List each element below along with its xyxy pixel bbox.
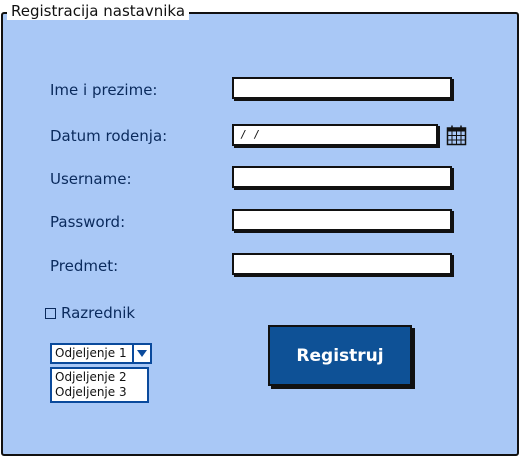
subject-label: Predmet: bbox=[50, 257, 119, 275]
calendar-icon[interactable] bbox=[446, 125, 467, 146]
subject-input[interactable] bbox=[232, 253, 452, 275]
homeroom-teacher-label: Razrednik bbox=[61, 304, 136, 322]
registration-window: Registracija nastavnika Ime i prezime: D… bbox=[0, 0, 523, 459]
class-select-value[interactable]: Odjeljenje 1 bbox=[50, 343, 132, 364]
chevron-down-icon bbox=[137, 350, 147, 357]
username-label: Username: bbox=[50, 170, 132, 188]
homeroom-teacher-checkbox[interactable] bbox=[45, 307, 56, 319]
full-name-label: Ime i prezime: bbox=[50, 81, 158, 99]
class-option[interactable]: Odjeljenje 3 bbox=[55, 385, 144, 400]
password-label: Password: bbox=[50, 213, 126, 231]
birth-date-label: Datum rodenja: bbox=[50, 127, 168, 145]
username-input[interactable] bbox=[232, 166, 452, 188]
password-input[interactable] bbox=[232, 209, 452, 231]
form-title: Registracija nastavnika bbox=[7, 2, 190, 20]
class-options-list: Odjeljenje 2 Odjeljenje 3 bbox=[50, 367, 149, 403]
class-option[interactable]: Odjeljenje 2 bbox=[55, 370, 144, 385]
class-select-toggle[interactable] bbox=[132, 343, 152, 364]
homeroom-teacher-option[interactable]: Razrednik bbox=[45, 304, 135, 322]
register-button[interactable]: Registruj bbox=[268, 325, 412, 386]
class-select[interactable]: Odjeljenje 1 bbox=[50, 343, 152, 364]
birth-date-input[interactable]: / / bbox=[232, 124, 438, 146]
full-name-input[interactable] bbox=[232, 77, 452, 99]
